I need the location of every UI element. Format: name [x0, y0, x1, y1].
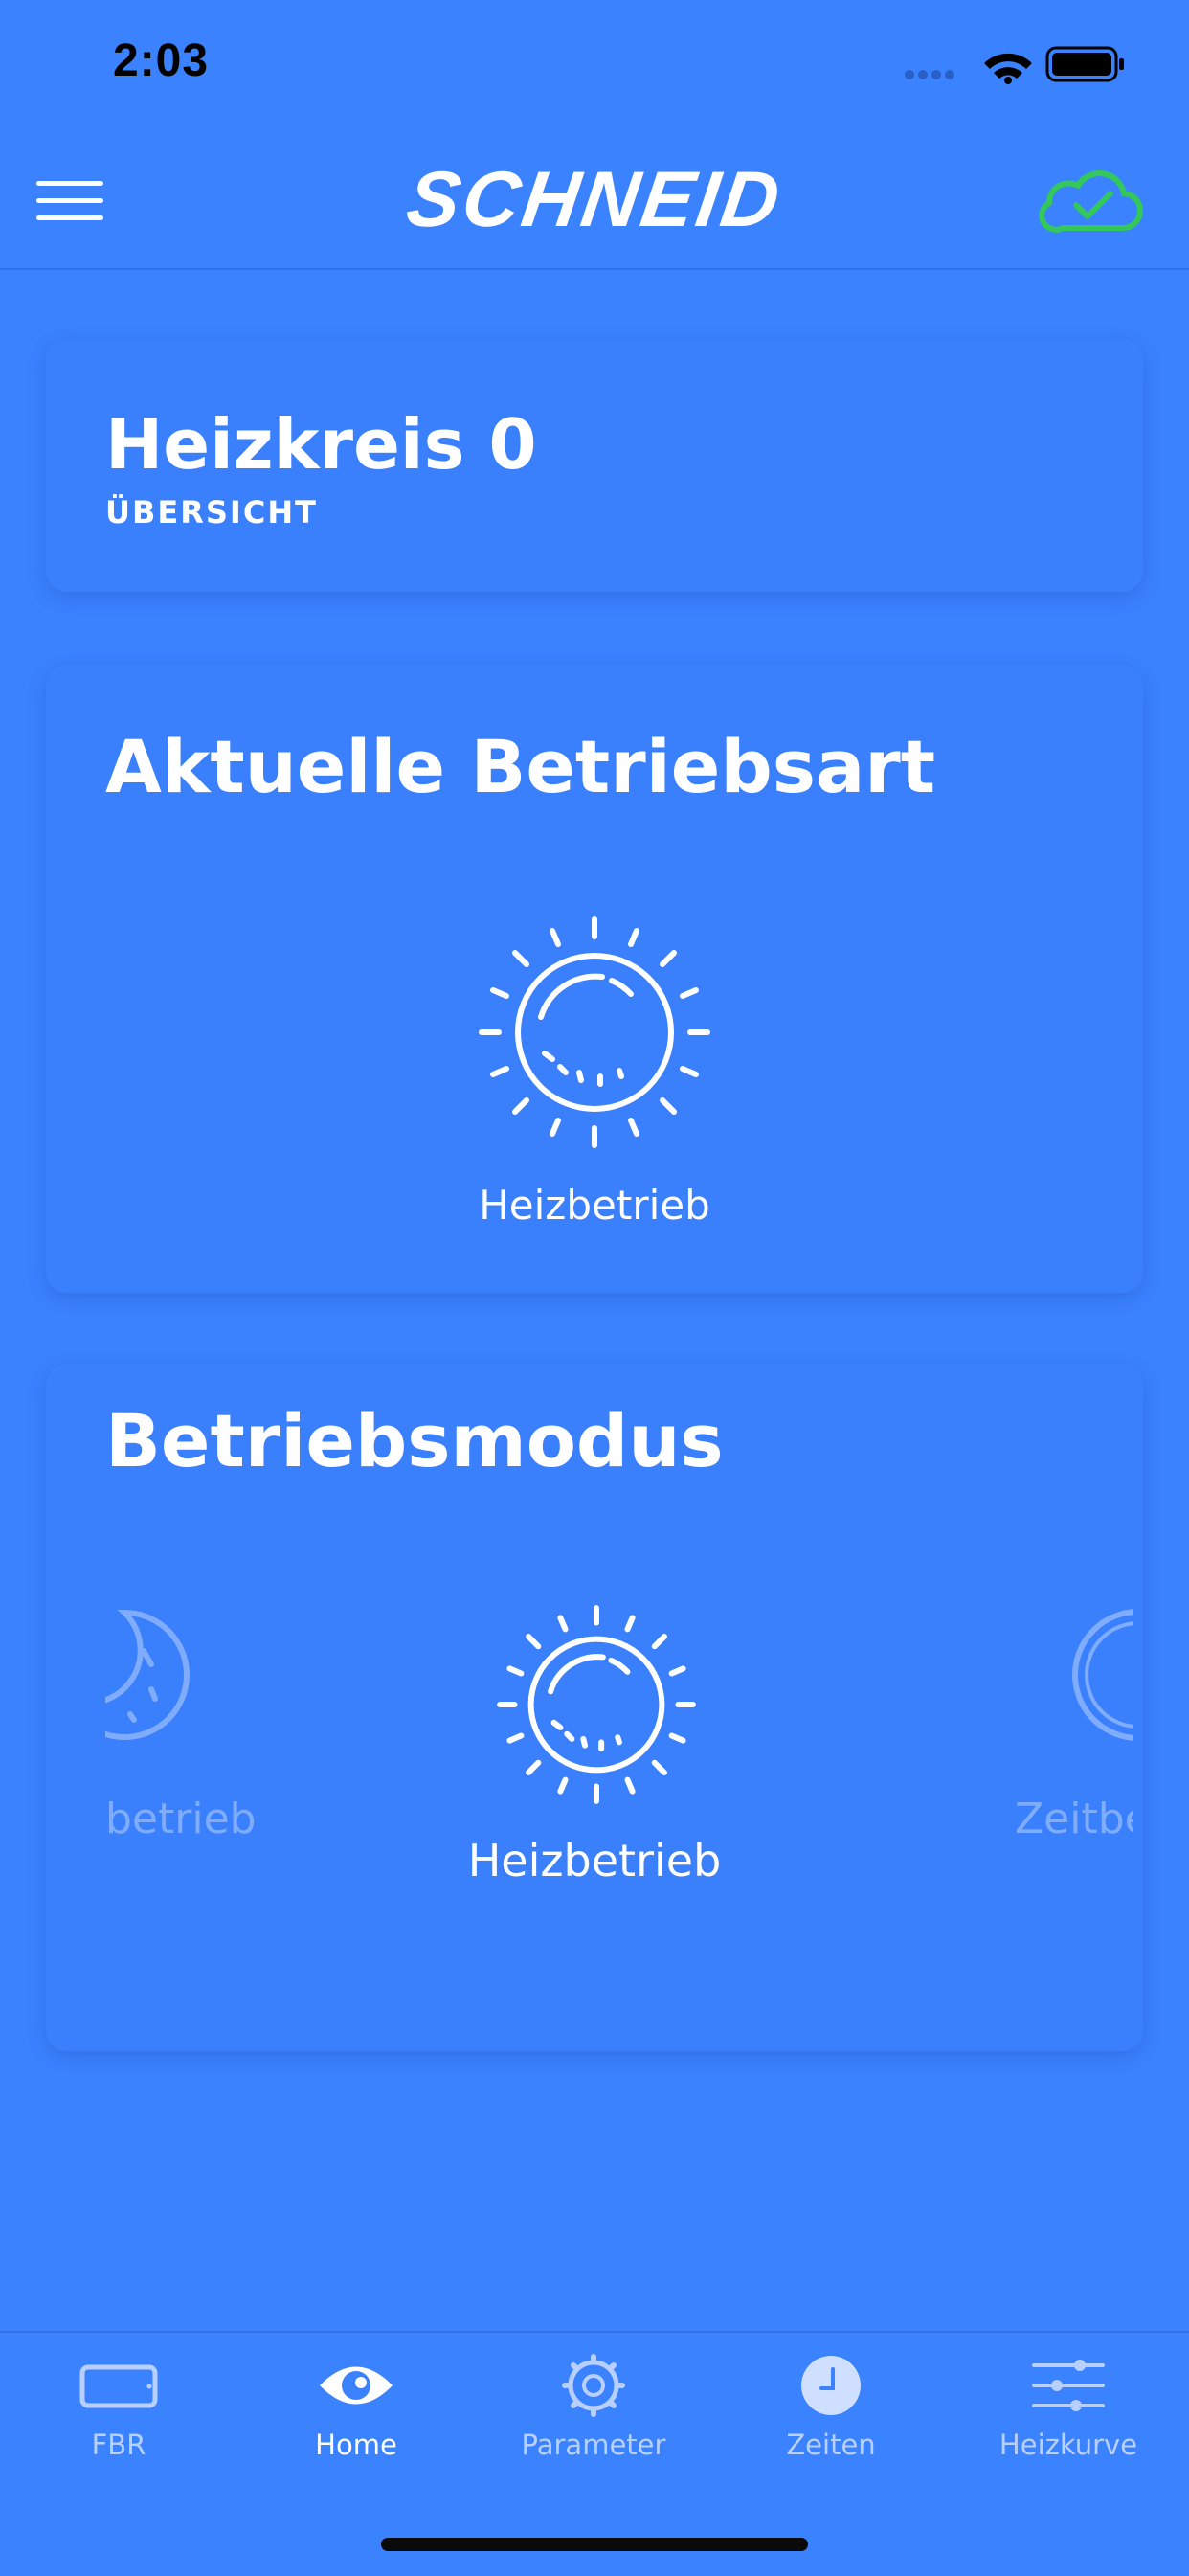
tab-fbr-label: FBR [91, 2429, 146, 2461]
mode-option-timer[interactable]: Zeitbe [965, 1603, 1133, 1871]
nav-bar: SCHNEID [0, 134, 1189, 270]
status-bar: 2:03 [0, 0, 1189, 134]
gear-icon [562, 2354, 625, 2417]
overview-subtitle: ÜBERSICHT [105, 494, 318, 531]
status-time: 2:03 [113, 35, 210, 86]
tab-heizkurve-label: Heizkurve [998, 2429, 1138, 2461]
circuit-title: Heizkreis 0 [105, 404, 537, 485]
signal-icon [905, 70, 954, 79]
wifi-icon [984, 53, 1032, 84]
tab-home-label: Home [315, 2429, 397, 2461]
brand-logo: SCHNEID [401, 156, 788, 243]
tablet-icon [79, 2364, 158, 2408]
tab-home[interactable]: Home [237, 2354, 475, 2497]
moon-icon [105, 1609, 190, 1740]
current-mode-title: Aktuelle Betriebsart [105, 724, 936, 809]
home-indicator [381, 2538, 808, 2551]
mode-option-heating-label: Heizbetrieb [467, 1835, 722, 1887]
eye-icon [320, 2366, 393, 2405]
tab-parameter[interactable]: Parameter [475, 2354, 712, 2497]
mode-option-night[interactable]: betrieb [105, 1603, 335, 1871]
status-icons [905, 46, 1124, 84]
tab-zeiten[interactable]: Zeiten [712, 2354, 950, 2497]
clock-icon [1072, 1609, 1133, 1741]
tab-parameter-label: Parameter [521, 2429, 666, 2461]
sun-icon [479, 916, 710, 1148]
battery-icon [1045, 46, 1124, 82]
tab-fbr[interactable]: FBR [0, 2354, 237, 2497]
mode-option-heating[interactable]: Heizbetrieb [403, 1603, 786, 1919]
current-mode-label: Heizbetrieb [479, 1182, 710, 1229]
mode-option-timer-label: Zeitbe [1015, 1795, 1133, 1843]
sliders-icon [1032, 2360, 1105, 2411]
clock-icon [801, 2356, 861, 2415]
tab-zeiten-label: Zeiten [786, 2429, 876, 2461]
current-mode-card: Aktuelle Betriebsart Heizbetrieb [46, 665, 1143, 1293]
tab-heizkurve[interactable]: Heizkurve [950, 2354, 1187, 2497]
overview-card: Heizkreis 0 ÜBERSICHT [46, 339, 1143, 592]
mode-option-night-label: betrieb [105, 1795, 257, 1843]
operating-mode-card: Betriebsmodus betrieb Heizbetrieb Zeitb [46, 1364, 1143, 2051]
operating-mode-title: Betriebsmodus [105, 1398, 724, 1483]
cloud-check-icon[interactable] [1038, 161, 1143, 236]
sun-icon [497, 1605, 696, 1804]
